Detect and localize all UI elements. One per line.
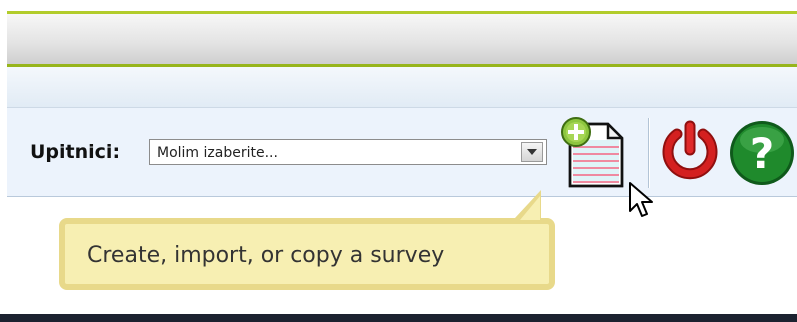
tooltip: Create, import, or copy a survey xyxy=(59,218,555,290)
toolbar-separator xyxy=(648,118,650,188)
help-button[interactable]: ? xyxy=(727,118,797,188)
survey-label: Upitnici: xyxy=(30,141,121,163)
arrow-cursor-icon xyxy=(629,182,653,217)
add-survey-icon xyxy=(561,117,624,188)
add-survey-button[interactable] xyxy=(558,116,630,188)
dropdown-arrow-button[interactable] xyxy=(521,142,543,162)
svg-text:?: ? xyxy=(750,129,774,178)
sub-bar xyxy=(7,67,797,108)
bottom-strip xyxy=(0,314,797,322)
app-window: Upitnici: Molim izaberite... ? Create, i… xyxy=(0,0,797,322)
header-bar xyxy=(7,14,797,64)
chevron-down-icon xyxy=(527,149,537,155)
survey-select[interactable]: Molim izaberite... xyxy=(149,139,547,165)
tooltip-pointer-inner xyxy=(520,196,540,220)
help-icon: ? xyxy=(730,121,794,185)
survey-select-value: Molim izaberite... xyxy=(157,145,278,161)
tooltip-text: Create, import, or copy a survey xyxy=(87,243,445,268)
logout-button[interactable] xyxy=(660,120,720,182)
mouse-cursor xyxy=(628,181,656,225)
power-icon xyxy=(662,120,718,180)
